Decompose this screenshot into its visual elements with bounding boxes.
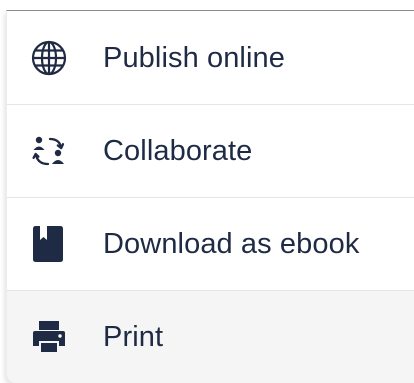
menu-item-label: Collaborate — [103, 135, 253, 167]
menu-item-label: Download as ebook — [103, 228, 360, 260]
printer-icon — [23, 311, 75, 363]
menu-item-label: Print — [103, 321, 164, 353]
collaborate-icon — [23, 125, 75, 177]
menu-item-print[interactable]: Print — [7, 290, 414, 383]
menu-item-publish-online[interactable]: Publish online — [7, 11, 414, 104]
menu-item-download-ebook[interactable]: Download as ebook — [7, 197, 414, 290]
menu-item-collaborate[interactable]: Collaborate — [7, 104, 414, 197]
book-icon — [23, 218, 75, 270]
globe-icon — [23, 32, 75, 84]
menu-item-label: Publish online — [103, 41, 285, 74]
share-menu: Publish online Collaborate Download as e — [6, 10, 414, 383]
